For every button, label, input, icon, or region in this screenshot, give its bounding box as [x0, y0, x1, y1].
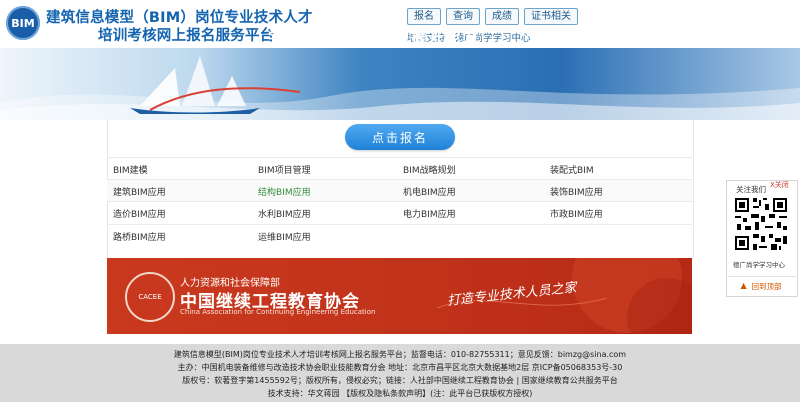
nav-score-button[interactable]: 成绩: [485, 8, 519, 25]
nav-signup-button[interactable]: 报名: [407, 8, 441, 25]
course-link[interactable]: 装配式BIM: [550, 163, 594, 176]
banner-slogan: 学习创造机遇 知识提升能力: [268, 28, 480, 46]
back-to-top-label: 回到顶部: [751, 281, 782, 291]
course-link[interactable]: 水利BIM应用: [258, 207, 311, 220]
course-link[interactable]: 电力BIM应用: [403, 207, 456, 220]
footer-line: 技术支持：华文蒋园 【版权及隐私条款声明】(注：此平台已获版权方授权): [267, 389, 533, 398]
qr-widget-title: 关注我们: [736, 185, 766, 194]
course-link[interactable]: 建筑BIM应用: [113, 185, 166, 198]
bim-logo[interactable]: BIM: [6, 6, 40, 40]
nav-query-button[interactable]: 查询: [446, 8, 480, 25]
course-row: 造价BIM应用 水利BIM应用 电力BIM应用 市政BIM应用: [107, 201, 692, 224]
course-link[interactable]: BIM战略规划: [403, 163, 456, 176]
page-footer: 建筑信息模型(BIM)岗位专业技术人才培训考核网上报名服务平台；监督电话：010…: [0, 344, 800, 402]
cacee-seal-icon: CACEE: [125, 272, 175, 322]
course-link[interactable]: 装饰BIM应用: [550, 185, 603, 198]
course-link[interactable]: BIM项目管理: [258, 163, 311, 176]
nav-certificate-button[interactable]: 证书相关: [524, 8, 578, 25]
qr-caption: 德广尚学学习中心: [733, 261, 785, 269]
course-row: 路桥BIM应用 运维BIM应用: [107, 224, 692, 247]
footer-line: 主办：中国机电装备维修与改造技术协会职业技能教育分会 地址：北京市昌平区北京大数…: [177, 363, 623, 372]
course-link[interactable]: 机电BIM应用: [403, 185, 456, 198]
course-row: 建筑BIM应用 结构BIM应用 机电BIM应用 装饰BIM应用: [107, 179, 692, 202]
course-link[interactable]: 路桥BIM应用: [113, 230, 166, 243]
arrow-up-icon: ▲: [740, 281, 747, 290]
association-english-name: China Association for Continuing Enginee…: [180, 308, 376, 316]
course-link[interactable]: 运维BIM应用: [258, 230, 311, 243]
site-title-line2: 培训考核网上报名服务平台: [98, 28, 275, 44]
footer-line: 建筑信息模型(BIM)岗位专业技术人才培训考核网上报名服务平台；监督电话：010…: [173, 350, 627, 359]
course-row: BIM建模 BIM项目管理 BIM战略规划 装配式BIM: [107, 157, 692, 180]
course-link-highlighted[interactable]: 结构BIM应用: [258, 185, 311, 198]
footer-line: 版权号：软著登字第1455592号；版权所有，侵权必究；链接：人社部中国继续工程…: [182, 376, 618, 385]
top-nav: 报名 查询 成绩 证书相关: [407, 8, 578, 25]
click-signup-button[interactable]: 点击报名: [345, 124, 455, 150]
banner-waves-graphic: [0, 56, 800, 120]
qr-code-icon: [733, 196, 789, 252]
back-to-top-button[interactable]: ▲ 回到顶部: [726, 276, 796, 295]
qr-close-button[interactable]: X关闭: [770, 180, 789, 190]
course-link[interactable]: BIM建模: [113, 163, 148, 176]
course-link[interactable]: 市政BIM应用: [550, 207, 603, 220]
course-link[interactable]: 造价BIM应用: [113, 207, 166, 220]
hero-banner: [0, 48, 800, 120]
